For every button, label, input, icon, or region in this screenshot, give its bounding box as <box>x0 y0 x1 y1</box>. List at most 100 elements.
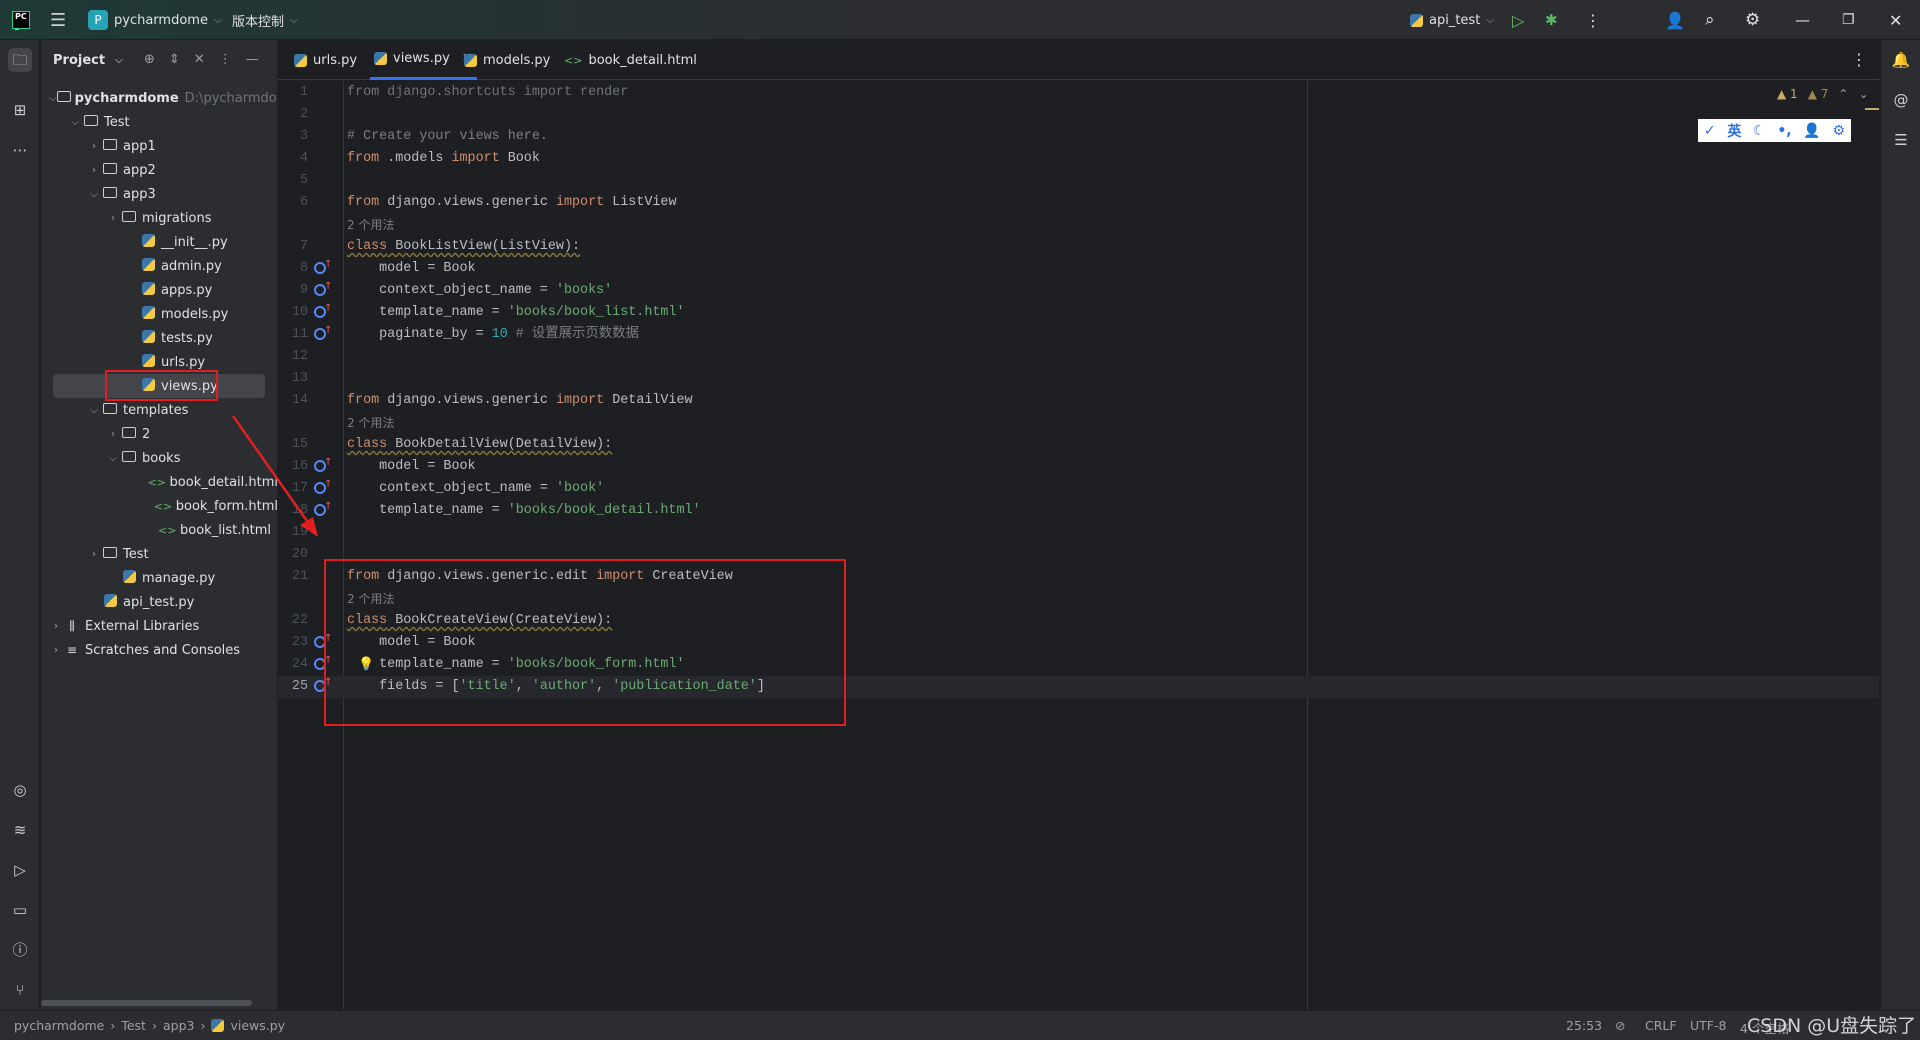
tabs-more-icon[interactable]: ⋮ <box>1851 50 1867 69</box>
code-line: 12 <box>278 346 1879 368</box>
code-line: 7 class BookListView(ListView): <box>278 236 1879 258</box>
run-config-label: api_test <box>1429 12 1481 28</box>
code-line: 14 from django.views.generic import Detai… <box>278 390 1879 412</box>
code-token: import <box>555 195 605 210</box>
chevron-right-icon[interactable]: › <box>49 621 63 632</box>
chevron-down-icon: ⌵ <box>1486 14 1494 26</box>
code-token: django.views.generic <box>379 195 556 210</box>
code-token: django.views.generic <box>379 393 556 408</box>
code-line: 2 <box>278 104 1879 126</box>
ime-button[interactable]: •, <box>1777 123 1791 139</box>
code-token: 10 <box>491 327 508 342</box>
code-token: import <box>451 151 500 166</box>
code-line: 18 template_name = 'books/book_detail.ht… <box>278 496 1879 522</box>
python-packages-icon[interactable]: ≋ <box>8 818 32 842</box>
code-token: BookDetailView(DetailView): <box>387 437 613 452</box>
previous-highlight-icon[interactable]: ⌃ <box>1838 87 1848 101</box>
tree-item[interactable]: › ⫼ External Libraries <box>41 614 278 638</box>
code-token: DetailView <box>604 393 693 408</box>
ime-button[interactable]: ☾ <box>1753 123 1766 139</box>
inspection-widget[interactable]: ▲ 1 ▲ 7 ⌃ ⌄ <box>1777 87 1869 101</box>
close-window-button[interactable]: ✕ <box>1889 0 1902 40</box>
ai-assistant-icon[interactable]: @ <box>1889 88 1913 112</box>
annotation-box-code <box>324 559 846 726</box>
editor-tabs: urls.pyviews.py✕models.py<>book_detail.h… <box>278 40 1879 80</box>
chevron-right-icon[interactable]: › <box>49 645 63 656</box>
line-separator[interactable]: CRLF <box>1645 1018 1677 1033</box>
tab-label: models.py <box>483 52 551 68</box>
library-icon: ⫼ <box>69 618 75 633</box>
warning-count[interactable]: ▲ 7 <box>1808 87 1829 101</box>
python-icon <box>1410 13 1423 27</box>
readonly-toggle-icon[interactable]: ⊘ <box>1615 1018 1625 1033</box>
tab-book-detail-html[interactable]: <> book_detail.html <box>560 40 701 80</box>
services-icon[interactable]: ▷ <box>8 858 32 882</box>
minimize-button[interactable]: — <box>1795 0 1810 40</box>
code-token: Book <box>499 151 540 166</box>
horizontal-scrollbar[interactable] <box>41 1000 252 1006</box>
ime-button[interactable]: ⚙ <box>1833 123 1846 139</box>
code-line: 11 paginate_by = 10 # 设置展示页数数据 <box>278 320 1879 346</box>
database-icon[interactable]: ☰ <box>1889 128 1913 152</box>
tree-item[interactable]: › ≡ Scratches and Consoles <box>41 638 278 662</box>
code-token: import <box>555 393 605 408</box>
error-count[interactable]: ▲ 1 <box>1777 87 1798 101</box>
chevron-right-icon: › <box>110 1018 116 1033</box>
code-token: # 设置展示页数数据 <box>507 327 639 342</box>
code-line: 6 from django.views.generic import ListVi… <box>278 192 1879 214</box>
breadcrumb-item[interactable]: Test <box>121 1018 146 1033</box>
run-config-selector[interactable]: api_test ⌵ <box>1410 0 1494 40</box>
run-icon[interactable]: ▷ <box>1512 0 1524 40</box>
breadcrumb-item[interactable]: views.py <box>230 1018 285 1033</box>
code-line: 16 model = Book <box>278 452 1879 478</box>
code-token: ListView <box>604 195 677 210</box>
code-token: 'book' <box>555 481 605 496</box>
code-line: 15 class BookDetailView(DetailView): <box>278 434 1879 456</box>
add-user-icon[interactable]: 👤 <box>1665 0 1685 40</box>
tree-item-label: External Libraries <box>85 618 200 634</box>
usage-hint[interactable]: 2 个用法 <box>278 412 1879 434</box>
terminal-icon[interactable]: ▭ <box>8 898 32 922</box>
next-highlight-icon[interactable]: ⌄ <box>1858 87 1868 101</box>
code-line: 9 context_object_name = 'books' <box>278 276 1879 302</box>
search-icon[interactable]: ⌕ <box>1705 0 1715 40</box>
python-console-icon[interactable]: ◎ <box>8 778 32 802</box>
problems-icon[interactable]: ⓘ <box>8 938 32 962</box>
ime-button[interactable]: 英 <box>1727 121 1741 141</box>
html-file-icon: <> <box>564 53 583 67</box>
caret-position[interactable]: 25:53 <box>1566 1018 1602 1033</box>
usage-hint[interactable]: 2 个用法 <box>278 214 1879 236</box>
code-line: 19 <box>278 522 1879 544</box>
chevron-right-icon: › <box>200 1018 206 1033</box>
more-actions-icon[interactable]: ⋮ <box>1585 0 1601 40</box>
settings-icon[interactable]: ⚙ <box>1745 0 1760 40</box>
file-encoding[interactable]: UTF-8 <box>1690 1018 1726 1033</box>
scrollbar-warning-marker <box>1865 108 1879 110</box>
code-token: 'books' <box>555 283 613 298</box>
breadcrumb-item[interactable]: pycharmdome <box>14 1018 104 1033</box>
ime-button[interactable]: ✓ <box>1704 123 1716 139</box>
tab-models-py[interactable]: models.py <box>460 40 554 80</box>
tree-item-label: Scratches and Consoles <box>85 642 241 658</box>
ime-button[interactable]: 👤 <box>1803 123 1820 139</box>
python-file-icon <box>464 53 477 67</box>
watermark: CSDN @U盘失踪了 <box>1747 1015 1917 1037</box>
line-number: 23 <box>291 635 308 650</box>
code-line: 5 <box>278 170 1879 192</box>
line-number: 22 <box>291 613 308 628</box>
notifications-bell-icon[interactable]: 🔔 <box>1889 48 1913 72</box>
code-line: 4 from .models import Book <box>278 148 1879 170</box>
status-bar: pycharmdome › Test › app3 › views.py 25:53 ⊘ C… <box>0 1010 1920 1040</box>
git-icon[interactable]: ⑂ <box>8 978 32 1002</box>
breadcrumb: pycharmdome › Test › app3 › views.py <box>14 1018 285 1033</box>
code-token: 'books/book_list.html' <box>507 305 685 320</box>
line-number: 24 <box>291 657 308 672</box>
code-line: 8 model = Book <box>278 254 1879 280</box>
annotation-arrow <box>231 415 318 537</box>
restore-button[interactable]: ❐ <box>1842 0 1855 40</box>
breadcrumb-item[interactable]: app3 <box>163 1018 194 1033</box>
debug-icon[interactable]: ✱ <box>1545 0 1558 40</box>
tab-label: book_detail.html <box>588 52 697 68</box>
code-line: 1 from django.shortcuts import render <box>278 82 1879 104</box>
tab-label: views.py <box>393 51 450 66</box>
